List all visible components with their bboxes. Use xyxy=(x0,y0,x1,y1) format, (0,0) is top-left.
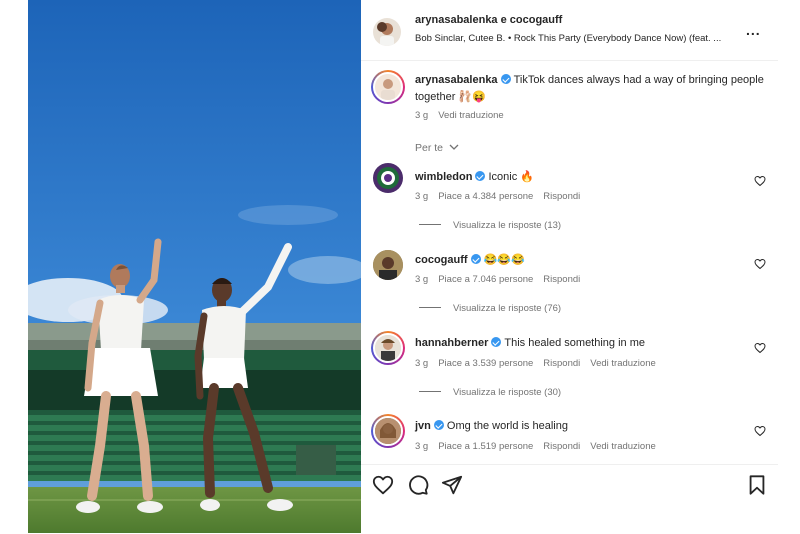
comment-3-reply[interactable]: Rispondi xyxy=(543,358,580,369)
verified-icon xyxy=(475,171,486,181)
comment-2-likes[interactable]: Piace a 7.046 persone xyxy=(438,274,533,285)
post-video[interactable] xyxy=(28,0,361,533)
instagram-post-frame: arynasabalenka e cocogauff Bob Sinclar, … xyxy=(0,0,800,533)
comment-1-like-icon[interactable] xyxy=(754,175,766,187)
comment-1-reply[interactable]: Rispondi xyxy=(543,191,580,202)
bookmark-icon[interactable] xyxy=(746,474,768,496)
comment-1-text: Iconic 🔥 xyxy=(488,171,534,183)
verified-icon xyxy=(500,74,511,84)
comment-3-translate[interactable]: Vedi traduzione xyxy=(590,358,656,369)
comment-4-meta: 3 g Piace a 1.519 persone Rispondi Vedi tra… xyxy=(415,441,666,452)
verified-icon xyxy=(433,420,444,430)
comment-1-view-replies-label: Visualizza le risposte (13) xyxy=(453,220,562,231)
right-margin xyxy=(778,0,800,533)
divider-line xyxy=(419,391,441,392)
post-header: arynasabalenka e cocogauff Bob Sinclar, … xyxy=(361,0,778,61)
comment-1-meta: 3 g Piace a 4.384 persone Rispondi xyxy=(415,191,590,202)
comment-avatar-wimbledon[interactable] xyxy=(373,163,403,193)
comment-2-text: 😂😂😂 xyxy=(483,254,525,266)
comment-4: jvn Omg the world is healing xyxy=(415,420,568,432)
comment-1-view-replies[interactable]: Visualizza le risposte (13) xyxy=(419,220,561,231)
comment-4-reply[interactable]: Rispondi xyxy=(543,441,580,452)
comment-2-reply[interactable]: Rispondi xyxy=(543,274,580,285)
video-frame-illustration xyxy=(28,0,361,533)
comment-3-view-replies-label: Visualizza le risposte (30) xyxy=(453,387,562,398)
comment-filter-label: Per te xyxy=(415,142,444,154)
post-author[interactable]: arynasabalenka e cocogauff xyxy=(415,14,562,26)
caption-translate[interactable]: Vedi traduzione xyxy=(438,110,504,121)
comment-filter[interactable]: Per te xyxy=(415,142,459,154)
more-options-icon[interactable]: ... xyxy=(746,22,761,38)
left-margin xyxy=(0,0,28,533)
caption-meta: 3 g Vedi traduzione xyxy=(415,110,514,121)
comment-4-username[interactable]: jvn xyxy=(415,420,431,432)
comment-2-like-icon[interactable] xyxy=(754,258,766,270)
comment-1-username[interactable]: wimbledon xyxy=(415,171,472,183)
caption-avatar[interactable] xyxy=(373,72,403,102)
comment-4-time: 3 g xyxy=(415,441,429,452)
caption-username[interactable]: arynasabalenka xyxy=(415,74,498,86)
post-actions-bar xyxy=(361,464,778,534)
chevron-down-icon xyxy=(449,144,459,150)
comment-1-time: 3 g xyxy=(415,191,429,202)
divider-line xyxy=(419,307,441,308)
comment-2-meta: 3 g Piace a 7.046 persone Rispondi xyxy=(415,274,590,285)
comment-3: hannahberner This healed something in me xyxy=(415,337,645,349)
comment-3-time: 3 g xyxy=(415,358,429,369)
comment-2: cocogauff 😂😂😂 xyxy=(415,253,525,266)
comment-2-view-replies-label: Visualizza le risposte (76) xyxy=(453,303,562,314)
comment-4-text: Omg the world is healing xyxy=(446,420,568,432)
verified-icon xyxy=(470,254,481,264)
comment-avatar-hannahberner[interactable] xyxy=(373,333,403,363)
verified-icon xyxy=(491,337,502,347)
comment-3-like-icon[interactable] xyxy=(754,342,766,354)
post-caption: arynasabalenka TikTok dances always had a… xyxy=(415,72,765,106)
comment-3-meta: 3 g Piace a 3.539 persone Rispondi Vedi tra… xyxy=(415,358,666,369)
divider-line xyxy=(419,224,441,225)
comment-avatar-cocogauff[interactable] xyxy=(373,250,403,280)
header-avatar[interactable] xyxy=(373,18,401,46)
post-side-panel: arynasabalenka e cocogauff Bob Sinclar, … xyxy=(361,0,778,533)
comment-3-view-replies[interactable]: Visualizza le risposte (30) xyxy=(419,387,561,398)
comment-3-likes[interactable]: Piace a 3.539 persone xyxy=(438,358,533,369)
comment-3-username[interactable]: hannahberner xyxy=(415,337,488,349)
comment-avatar-jvn[interactable] xyxy=(373,416,403,446)
heart-icon[interactable] xyxy=(372,474,394,496)
comment-1: wimbledon Iconic 🔥 xyxy=(415,170,534,183)
caption-time: 3 g xyxy=(415,110,429,121)
comment-4-like-icon[interactable] xyxy=(754,425,766,437)
comment-3-text: This healed something in me xyxy=(504,337,645,349)
comment-2-username[interactable]: cocogauff xyxy=(415,254,468,266)
comment-icon[interactable] xyxy=(407,474,429,496)
comment-1-likes[interactable]: Piace a 4.384 persone xyxy=(438,191,533,202)
comment-2-time: 3 g xyxy=(415,274,429,285)
comment-4-likes[interactable]: Piace a 1.519 persone xyxy=(438,441,533,452)
comment-2-view-replies[interactable]: Visualizza le risposte (76) xyxy=(419,303,561,314)
audio-track[interactable]: Bob Sinclar, Cutee B. • Rock This Party … xyxy=(415,33,721,44)
share-icon[interactable] xyxy=(441,474,463,496)
comment-4-translate[interactable]: Vedi traduzione xyxy=(590,441,656,452)
